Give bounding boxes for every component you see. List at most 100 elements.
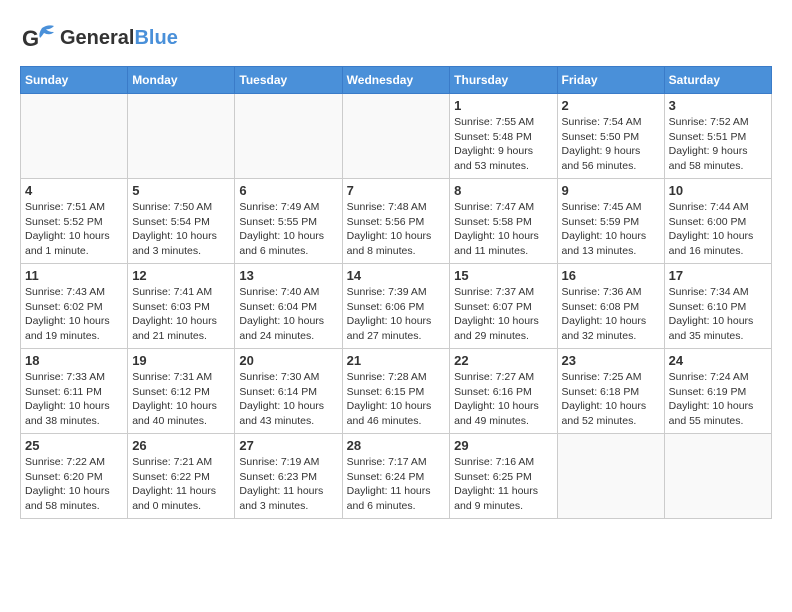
calendar-cell: 27 Sunrise: 7:19 AM Sunset: 6:23 PM Dayli… bbox=[235, 434, 342, 519]
calendar-cell: 2 Sunrise: 7:54 AM Sunset: 5:50 PM Daylig… bbox=[557, 94, 664, 179]
svg-text:G: G bbox=[22, 26, 39, 51]
logo-blue: Blue bbox=[134, 27, 177, 49]
calendar-cell: 25 Sunrise: 7:22 AM Sunset: 6:20 PM Dayli… bbox=[21, 434, 128, 519]
calendar-cell bbox=[235, 94, 342, 179]
calendar-cell: 20 Sunrise: 7:30 AM Sunset: 6:14 PM Dayli… bbox=[235, 349, 342, 434]
day-info: Sunrise: 7:54 AM Sunset: 5:50 PM Dayligh… bbox=[562, 115, 660, 174]
day-number: 11 bbox=[25, 268, 123, 283]
day-number: 12 bbox=[132, 268, 230, 283]
calendar-cell bbox=[342, 94, 450, 179]
day-number: 27 bbox=[239, 438, 337, 453]
day-info: Sunrise: 7:24 AM Sunset: 6:19 PM Dayligh… bbox=[669, 370, 767, 429]
day-number: 2 bbox=[562, 98, 660, 113]
calendar-week-5: 25 Sunrise: 7:22 AM Sunset: 6:20 PM Dayli… bbox=[21, 434, 772, 519]
day-number: 4 bbox=[25, 183, 123, 198]
day-info: Sunrise: 7:22 AM Sunset: 6:20 PM Dayligh… bbox=[25, 455, 123, 514]
day-info: Sunrise: 7:37 AM Sunset: 6:07 PM Dayligh… bbox=[454, 285, 552, 344]
day-info: Sunrise: 7:25 AM Sunset: 6:18 PM Dayligh… bbox=[562, 370, 660, 429]
calendar-cell: 13 Sunrise: 7:40 AM Sunset: 6:04 PM Dayli… bbox=[235, 264, 342, 349]
calendar-cell bbox=[128, 94, 235, 179]
day-number: 25 bbox=[25, 438, 123, 453]
day-number: 29 bbox=[454, 438, 552, 453]
day-info: Sunrise: 7:19 AM Sunset: 6:23 PM Dayligh… bbox=[239, 455, 337, 514]
day-number: 14 bbox=[347, 268, 446, 283]
calendar-cell: 5 Sunrise: 7:50 AM Sunset: 5:54 PM Daylig… bbox=[128, 179, 235, 264]
day-info: Sunrise: 7:55 AM Sunset: 5:48 PM Dayligh… bbox=[454, 115, 552, 174]
day-info: Sunrise: 7:41 AM Sunset: 6:03 PM Dayligh… bbox=[132, 285, 230, 344]
calendar-week-3: 11 Sunrise: 7:43 AM Sunset: 6:02 PM Dayli… bbox=[21, 264, 772, 349]
calendar-cell: 9 Sunrise: 7:45 AM Sunset: 5:59 PM Daylig… bbox=[557, 179, 664, 264]
day-info: Sunrise: 7:39 AM Sunset: 6:06 PM Dayligh… bbox=[347, 285, 446, 344]
day-info: Sunrise: 7:31 AM Sunset: 6:12 PM Dayligh… bbox=[132, 370, 230, 429]
day-info: Sunrise: 7:48 AM Sunset: 5:56 PM Dayligh… bbox=[347, 200, 446, 259]
day-info: Sunrise: 7:30 AM Sunset: 6:14 PM Dayligh… bbox=[239, 370, 337, 429]
day-number: 23 bbox=[562, 353, 660, 368]
calendar-cell bbox=[664, 434, 771, 519]
calendar-week-4: 18Sunrise: 7:33 AM Sunset: 6:11 PM Dayli… bbox=[21, 349, 772, 434]
day-number: 13 bbox=[239, 268, 337, 283]
day-info: Sunrise: 7:40 AM Sunset: 6:04 PM Dayligh… bbox=[239, 285, 337, 344]
weekday-header-thursday: Thursday bbox=[450, 67, 557, 94]
page-header: G GeneralBlue bbox=[20, 20, 772, 56]
calendar-cell: 1 Sunrise: 7:55 AM Sunset: 5:48 PM Daylig… bbox=[450, 94, 557, 179]
calendar-cell: 26Sunrise: 7:21 AM Sunset: 6:22 PM Dayli… bbox=[128, 434, 235, 519]
calendar-cell: 18Sunrise: 7:33 AM Sunset: 6:11 PM Dayli… bbox=[21, 349, 128, 434]
calendar-cell: 24Sunrise: 7:24 AM Sunset: 6:19 PM Dayli… bbox=[664, 349, 771, 434]
day-info: Sunrise: 7:51 AM Sunset: 5:52 PM Dayligh… bbox=[25, 200, 123, 259]
calendar-cell: 3Sunrise: 7:52 AM Sunset: 5:51 PM Daylig… bbox=[664, 94, 771, 179]
day-number: 9 bbox=[562, 183, 660, 198]
day-info: Sunrise: 7:27 AM Sunset: 6:16 PM Dayligh… bbox=[454, 370, 552, 429]
calendar-cell: 21Sunrise: 7:28 AM Sunset: 6:15 PM Dayli… bbox=[342, 349, 450, 434]
calendar-cell: 23 Sunrise: 7:25 AM Sunset: 6:18 PM Dayli… bbox=[557, 349, 664, 434]
calendar-cell: 6 Sunrise: 7:49 AM Sunset: 5:55 PM Daylig… bbox=[235, 179, 342, 264]
day-info: Sunrise: 7:16 AM Sunset: 6:25 PM Dayligh… bbox=[454, 455, 552, 514]
day-info: Sunrise: 7:21 AM Sunset: 6:22 PM Dayligh… bbox=[132, 455, 230, 514]
day-number: 1 bbox=[454, 98, 552, 113]
day-number: 17 bbox=[669, 268, 767, 283]
calendar-cell: 7 Sunrise: 7:48 AM Sunset: 5:56 PM Daylig… bbox=[342, 179, 450, 264]
calendar-cell: 17Sunrise: 7:34 AM Sunset: 6:10 PM Dayli… bbox=[664, 264, 771, 349]
day-info: Sunrise: 7:45 AM Sunset: 5:59 PM Dayligh… bbox=[562, 200, 660, 259]
logo: G GeneralBlue bbox=[20, 20, 178, 56]
day-info: Sunrise: 7:47 AM Sunset: 5:58 PM Dayligh… bbox=[454, 200, 552, 259]
calendar-cell: 16 Sunrise: 7:36 AM Sunset: 6:08 PM Dayli… bbox=[557, 264, 664, 349]
day-number: 22 bbox=[454, 353, 552, 368]
day-number: 10 bbox=[669, 183, 767, 198]
weekday-header-row: SundayMondayTuesdayWednesdayThursdayFrid… bbox=[21, 67, 772, 94]
calendar-cell bbox=[21, 94, 128, 179]
day-number: 5 bbox=[132, 183, 230, 198]
weekday-header-tuesday: Tuesday bbox=[235, 67, 342, 94]
day-number: 16 bbox=[562, 268, 660, 283]
day-number: 28 bbox=[347, 438, 446, 453]
calendar-cell: 10 Sunrise: 7:44 AM Sunset: 6:00 PM Dayli… bbox=[664, 179, 771, 264]
day-info: Sunrise: 7:36 AM Sunset: 6:08 PM Dayligh… bbox=[562, 285, 660, 344]
calendar-cell: 12 Sunrise: 7:41 AM Sunset: 6:03 PM Dayli… bbox=[128, 264, 235, 349]
day-info: Sunrise: 7:52 AM Sunset: 5:51 PM Dayligh… bbox=[669, 115, 767, 174]
day-info: Sunrise: 7:49 AM Sunset: 5:55 PM Dayligh… bbox=[239, 200, 337, 259]
day-info: Sunrise: 7:17 AM Sunset: 6:24 PM Dayligh… bbox=[347, 455, 446, 514]
day-number: 15 bbox=[454, 268, 552, 283]
calendar-cell bbox=[557, 434, 664, 519]
day-info: Sunrise: 7:43 AM Sunset: 6:02 PM Dayligh… bbox=[25, 285, 123, 344]
day-info: Sunrise: 7:44 AM Sunset: 6:00 PM Dayligh… bbox=[669, 200, 767, 259]
day-info: Sunrise: 7:50 AM Sunset: 5:54 PM Dayligh… bbox=[132, 200, 230, 259]
calendar-week-2: 4 Sunrise: 7:51 AM Sunset: 5:52 PM Daylig… bbox=[21, 179, 772, 264]
weekday-header-saturday: Saturday bbox=[664, 67, 771, 94]
logo-general: General bbox=[60, 27, 134, 49]
day-number: 7 bbox=[347, 183, 446, 198]
calendar-cell: 19 Sunrise: 7:31 AM Sunset: 6:12 PM Dayli… bbox=[128, 349, 235, 434]
day-number: 19 bbox=[132, 353, 230, 368]
logo-icon: G bbox=[20, 20, 56, 56]
day-number: 18 bbox=[25, 353, 123, 368]
calendar-cell: 8 Sunrise: 7:47 AM Sunset: 5:58 PM Daylig… bbox=[450, 179, 557, 264]
day-number: 8 bbox=[454, 183, 552, 198]
calendar-cell: 11 Sunrise: 7:43 AM Sunset: 6:02 PM Dayli… bbox=[21, 264, 128, 349]
day-number: 21 bbox=[347, 353, 446, 368]
calendar-cell: 29 Sunrise: 7:16 AM Sunset: 6:25 PM Dayli… bbox=[450, 434, 557, 519]
weekday-header-wednesday: Wednesday bbox=[342, 67, 450, 94]
day-number: 20 bbox=[239, 353, 337, 368]
calendar-week-1: 1 Sunrise: 7:55 AM Sunset: 5:48 PM Daylig… bbox=[21, 94, 772, 179]
day-number: 6 bbox=[239, 183, 337, 198]
calendar-table: SundayMondayTuesdayWednesdayThursdayFrid… bbox=[20, 66, 772, 519]
weekday-header-monday: Monday bbox=[128, 67, 235, 94]
